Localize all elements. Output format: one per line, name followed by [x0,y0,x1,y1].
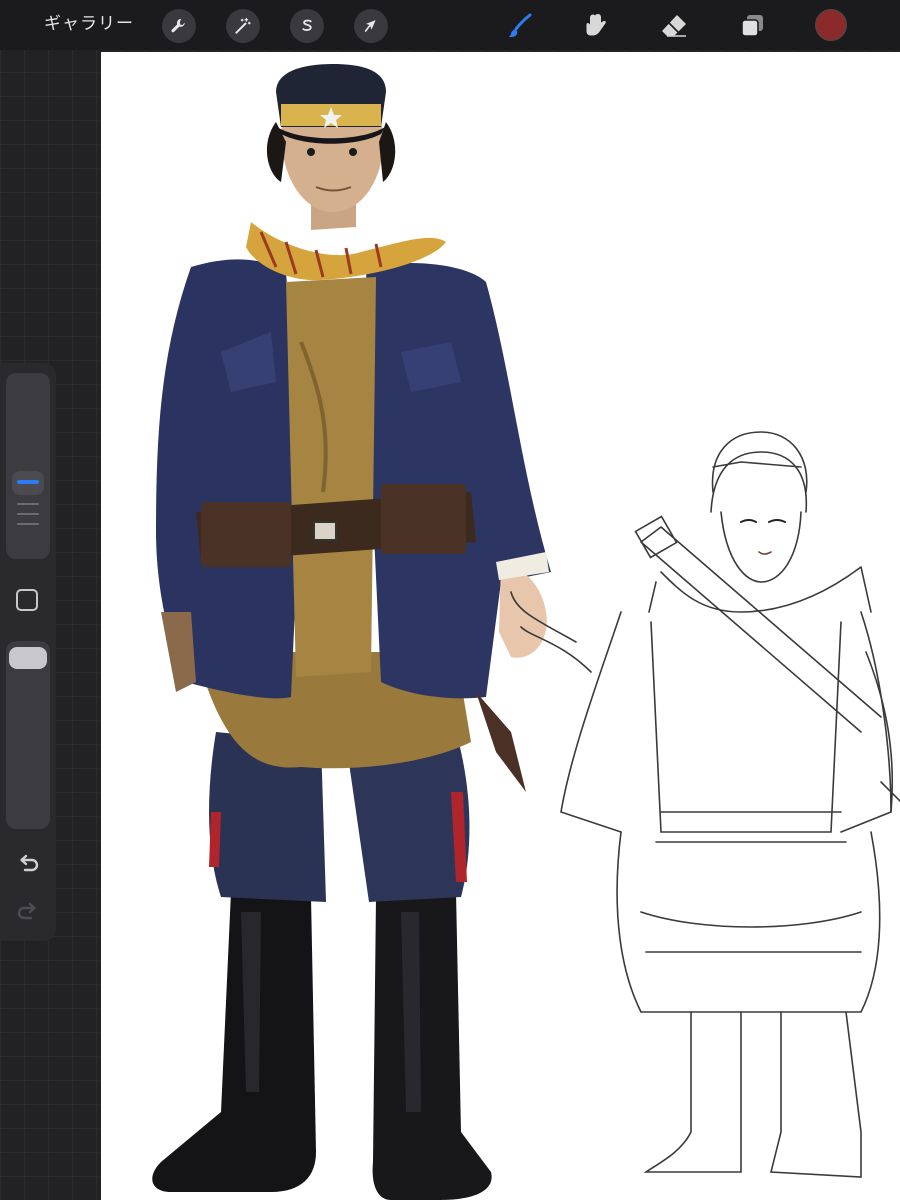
eraser-icon [662,15,686,37]
selection-button[interactable] [290,9,324,43]
soldier-figure [152,64,551,1200]
redo-arrow-icon [17,902,36,920]
brush-tool-button[interactable] [502,8,538,44]
slider-tick [17,523,39,525]
brush-opacity-thumb[interactable] [9,647,47,669]
actions-button[interactable] [162,9,196,43]
top-toolbar: ギャラリー [0,0,900,50]
transform-button[interactable] [354,9,388,43]
wrench-icon [171,18,185,33]
selection-s-icon [302,19,312,31]
redo-button[interactable] [14,899,42,927]
layers-button[interactable] [734,8,770,44]
smudge-icon [586,14,606,36]
child-sketch [510,431,900,1178]
left-sidebar [0,363,56,941]
smudge-tool-button[interactable] [578,8,614,44]
eraser-tool-button[interactable] [656,8,692,44]
layers-icon [741,15,763,37]
drawing-canvas[interactable] [101,52,900,1200]
arrow-cursor-icon [364,20,376,32]
brush-size-indicator [17,480,39,484]
magic-wand-icon [235,17,251,34]
brush-icon [508,13,532,38]
artwork-illustration [152,64,900,1200]
modify-button[interactable] [16,589,38,611]
slider-tick [17,503,39,505]
gallery-button[interactable]: ギャラリー [44,10,134,38]
slider-tick [17,513,39,515]
adjustments-button[interactable] [226,9,260,43]
undo-arrow-icon [20,854,39,872]
brush-size-slider[interactable] [6,373,50,559]
color-picker-button[interactable] [815,9,847,41]
brush-opacity-slider[interactable] [6,641,50,829]
undo-button[interactable] [14,851,42,879]
brush-size-thumb[interactable] [12,471,44,495]
